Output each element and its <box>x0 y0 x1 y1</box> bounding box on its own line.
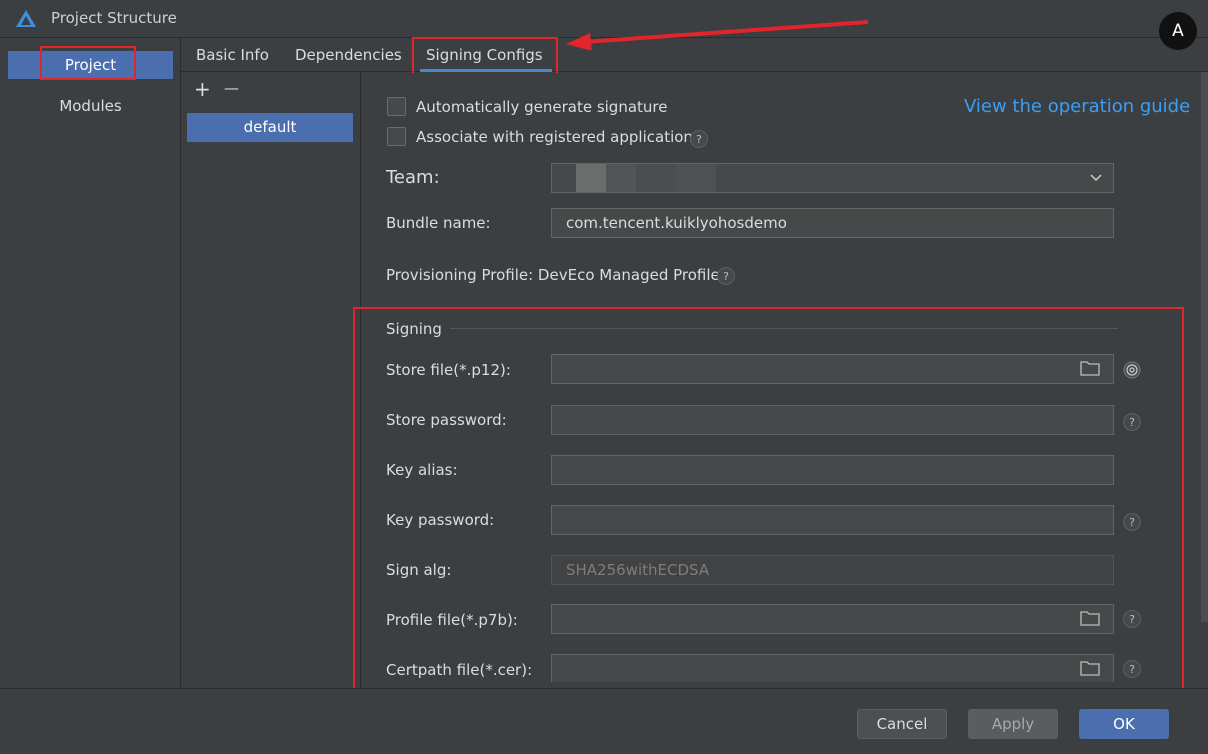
left-nav <box>0 38 181 688</box>
associate-app-label: Associate with registered application <box>416 128 693 146</box>
chevron-down-icon <box>1090 174 1102 182</box>
team-label: Team: <box>386 167 440 188</box>
remove-config-button[interactable]: — <box>224 79 239 97</box>
vertical-scrollbar[interactable] <box>1201 72 1208 622</box>
provisioning-profile-label: Provisioning Profile: DevEco Managed Pro… <box>386 266 720 284</box>
ok-button[interactable]: OK <box>1079 709 1169 739</box>
apply-button[interactable]: Apply <box>968 709 1058 739</box>
auto-sign-label: Automatically generate signature <box>416 98 668 116</box>
auto-sign-checkbox[interactable] <box>387 97 406 116</box>
annotation-box-project <box>40 46 136 80</box>
associate-app-checkbox[interactable] <box>387 127 406 146</box>
app-logo-icon <box>16 10 36 27</box>
operation-guide-link[interactable]: View the operation guide <box>964 96 1190 117</box>
team-redacted <box>576 164 716 192</box>
provisioning-help-icon[interactable]: ? <box>717 267 735 285</box>
annotation-box-signing-tab <box>412 37 558 75</box>
tab-dependencies[interactable]: Dependencies <box>295 38 402 72</box>
window-title: Project Structure <box>51 9 177 27</box>
cancel-button[interactable]: Cancel <box>857 709 947 739</box>
add-config-button[interactable]: + <box>194 77 211 101</box>
tab-basic-info[interactable]: Basic Info <box>196 38 269 72</box>
bundle-name-input[interactable]: com.tencent.kuiklyohosdemo <box>551 208 1114 238</box>
team-select[interactable] <box>551 163 1114 193</box>
nav-item-modules[interactable]: Modules <box>8 92 173 120</box>
bundle-name-label: Bundle name: <box>386 214 491 232</box>
annotation-arrow <box>566 20 869 50</box>
config-item-default[interactable]: default <box>187 113 353 142</box>
config-list-panel <box>181 72 361 688</box>
annotation-box-signing-section <box>353 307 1184 696</box>
translate-overlay-icon[interactable]: A <box>1159 12 1197 50</box>
associate-help-icon[interactable]: ? <box>690 130 708 148</box>
